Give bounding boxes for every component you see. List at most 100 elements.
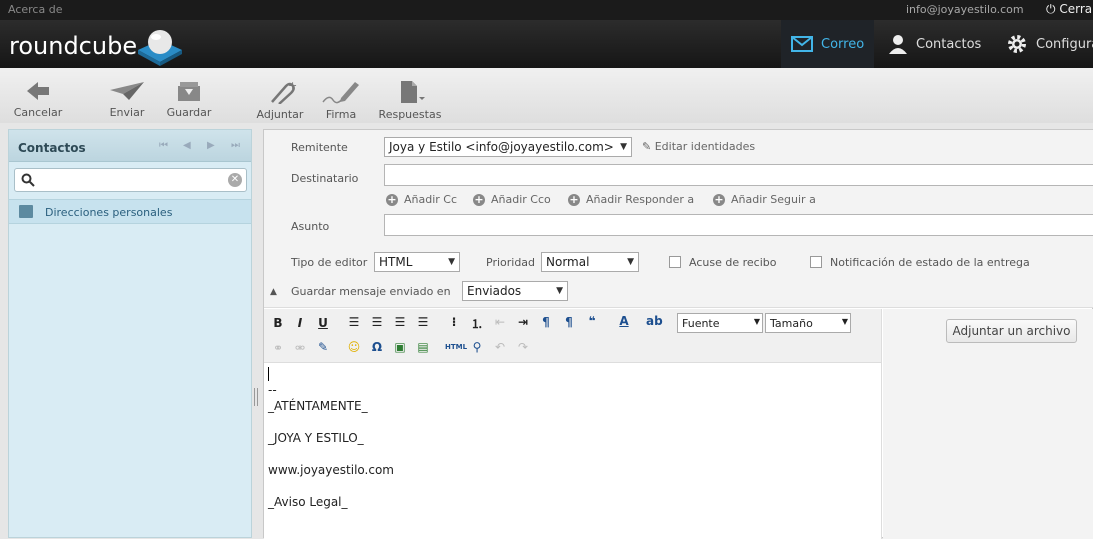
priority-select[interactable]: Normal ▼ — [541, 252, 639, 272]
plus-icon: + — [713, 193, 725, 206]
back-arrow-icon — [27, 82, 49, 100]
add-replyto-link[interactable]: + Añadir Responder a — [568, 193, 694, 206]
prev-page-icon[interactable]: ◀ — [183, 140, 191, 151]
bold-button[interactable]: B — [270, 316, 286, 330]
indent-icon[interactable]: ⇥ — [515, 315, 531, 329]
cancel-button[interactable]: Cancelar — [13, 80, 63, 119]
edit-source-icon[interactable]: ✎ — [315, 340, 331, 354]
pane-splitter[interactable] — [254, 388, 258, 406]
font-select[interactable]: Fuente ▼ — [677, 313, 763, 333]
compose-pane: Remitente Joya y Estilo <info@joyayestil… — [263, 129, 1093, 539]
numbered-list-icon[interactable]: ⒈ — [469, 315, 485, 332]
rtl-icon[interactable]: ¶ — [561, 315, 577, 329]
message-body-editor[interactable]: -- _ATÉNTAMENTE_ _JOYA Y ESTILO_ www.joy… — [264, 363, 882, 539]
envelope-icon — [791, 36, 813, 52]
body-line: www.joyayestilo.com — [268, 463, 394, 477]
next-page-icon[interactable]: ▶ — [207, 140, 215, 151]
contacts-search-input[interactable]: ✕ — [14, 168, 247, 192]
collapse-arrow-icon[interactable]: ▲ — [270, 287, 277, 297]
compose-headers: Remitente Joya y Estilo <info@joyayestil… — [264, 130, 1093, 308]
nav-configuracion[interactable]: Configuración — [1004, 20, 1093, 68]
body-line: _ATÉNTAMENTE_ — [268, 399, 368, 413]
sidebar-header: Contactos ⏮ ◀ ▶ ⏭ — [9, 130, 251, 162]
find-replace-icon[interactable]: ⚲ — [469, 340, 485, 354]
ltr-icon[interactable]: ¶ — [538, 315, 554, 329]
dsn-checkbox[interactable]: Notificación de estado de la entrega — [810, 256, 1030, 269]
from-select[interactable]: Joya y Estilo <info@joyayestilo.com> ▼ — [384, 137, 632, 157]
svg-text:+: + — [288, 80, 297, 92]
attach-button[interactable]: + Adjuntar — [254, 80, 306, 121]
editor-type-select[interactable]: HTML ▼ — [374, 252, 460, 272]
plus-icon: + — [386, 193, 398, 206]
nav-contactos[interactable]: Contactos — [886, 20, 981, 68]
logout-button[interactable]: ⏻ Cerrar — [1046, 2, 1093, 17]
blockquote-icon[interactable]: ❝ — [584, 314, 600, 328]
align-justify-icon[interactable]: ☰ — [415, 315, 431, 329]
emoticon-icon[interactable]: ☺ — [346, 340, 362, 354]
align-center-icon[interactable]: ☰ — [369, 315, 385, 329]
username-label: info@joyayestilo.com — [906, 3, 1024, 16]
link-icon[interactable]: ⚭ — [270, 341, 286, 355]
nav-correo[interactable]: Correo — [781, 20, 874, 68]
editor-type-label: Tipo de editor — [291, 256, 368, 269]
plus-icon: + — [568, 193, 580, 206]
subject-input[interactable] — [384, 214, 1093, 236]
nav-contactos-label: Contactos — [916, 36, 982, 52]
redo-icon[interactable]: ↷ — [515, 340, 531, 354]
image-icon[interactable]: ▣ — [392, 340, 408, 354]
signature-button[interactable]: Firma — [320, 80, 362, 121]
align-left-icon[interactable]: ☰ — [346, 315, 362, 329]
receipt-checkbox[interactable]: Acuse de recibo — [669, 256, 776, 269]
last-page-icon[interactable]: ⏭ — [231, 140, 240, 151]
attach-file-button[interactable]: Adjuntar un archivo — [946, 319, 1077, 343]
sidebar-title: Contactos — [18, 141, 86, 155]
subject-label: Asunto — [291, 220, 330, 233]
body-line: _Aviso Legal_ — [268, 495, 348, 509]
editor-toolbar: B I U ☰ ☰ ☰ ☰ ⁝ ⒈ ⇤ ⇥ ¶ ¶ ❝ A ab Fuente ▼… — [264, 309, 882, 363]
save-sent-select[interactable]: Enviados ▼ — [462, 281, 568, 301]
power-icon: ⏻ — [1046, 2, 1056, 16]
addressbook-item[interactable]: Direcciones personales — [9, 199, 251, 224]
media-icon[interactable]: ▤ — [415, 340, 431, 354]
from-label: Remitente — [291, 141, 348, 154]
text-cursor — [268, 367, 269, 381]
top-bar: Acerca de info@joyayestilo.com ⏻ Cerrar — [0, 0, 1093, 20]
bullet-list-icon[interactable]: ⁝ — [446, 315, 462, 329]
to-input[interactable] — [384, 164, 1093, 186]
clear-search-icon[interactable]: ✕ — [228, 173, 242, 187]
add-bcc-link[interactable]: + Añadir Cco — [473, 193, 551, 206]
chevron-down-icon: ▼ — [448, 257, 455, 267]
first-page-icon[interactable]: ⏮ — [159, 140, 168, 151]
outdent-icon[interactable]: ⇤ — [492, 315, 508, 329]
send-button[interactable]: Enviar — [106, 80, 148, 119]
chevron-down-icon: ▼ — [627, 257, 634, 267]
logo: roundcube — [9, 32, 138, 60]
header: roundcube Correo Contactos Configuración — [0, 20, 1093, 68]
edit-identities-link[interactable]: ✎ Editar identidades — [642, 140, 755, 153]
paper-plane-icon — [110, 82, 144, 100]
add-cc-link[interactable]: + Añadir Cc — [386, 193, 457, 206]
chevron-down-icon: ▼ — [753, 317, 760, 326]
undo-icon[interactable]: ↶ — [492, 340, 508, 354]
save-button[interactable]: Guardar — [165, 80, 213, 119]
omega-icon[interactable]: Ω — [369, 340, 385, 354]
about-link[interactable]: Acerca de — [8, 3, 62, 16]
gear-icon — [1008, 35, 1026, 53]
html-icon[interactable]: HTML — [445, 343, 467, 351]
document-icon — [401, 81, 425, 103]
italic-button[interactable]: I — [292, 316, 308, 330]
responses-button[interactable]: Respuestas — [377, 80, 443, 121]
person-icon — [889, 35, 907, 54]
align-right-icon[interactable]: ☰ — [392, 315, 408, 329]
unlink-icon[interactable]: ⚮ — [292, 341, 308, 355]
highlight-icon[interactable]: ab — [646, 314, 663, 328]
pen-icon — [322, 82, 359, 104]
add-followupto-link[interactable]: + Añadir Seguir a — [713, 193, 816, 206]
size-select[interactable]: Tamaño ▼ — [765, 313, 851, 333]
text-color-icon[interactable]: A — [616, 314, 632, 328]
nav-correo-label: Correo — [821, 36, 865, 52]
plus-icon: + — [473, 193, 485, 206]
underline-button[interactable]: U — [315, 316, 331, 330]
chevron-down-icon: ▼ — [620, 142, 627, 152]
compose-toolbar: Cancelar Enviar Guardar + Adjuntar Firma… — [0, 68, 1093, 123]
